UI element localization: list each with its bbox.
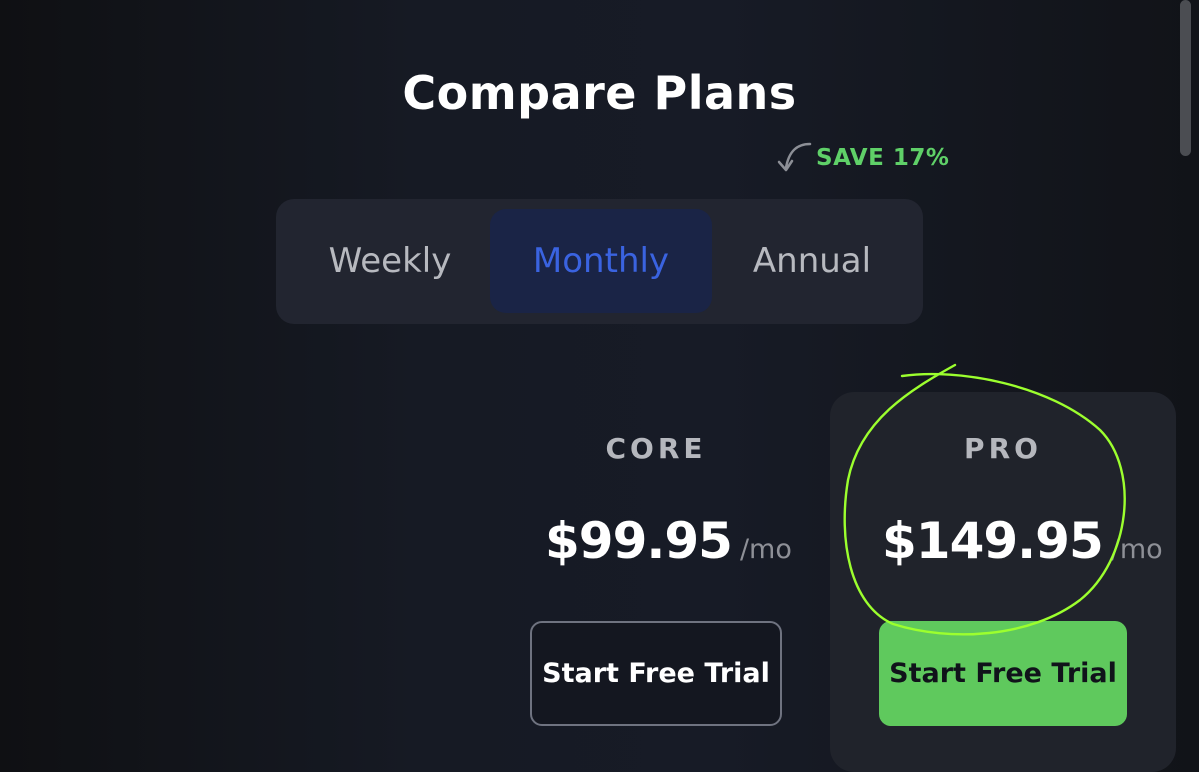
- core-plan-name: CORE: [605, 432, 707, 465]
- pro-plan-price: $149.95 /mo: [882, 512, 1163, 582]
- save-callout: SAVE 17%: [774, 138, 949, 178]
- core-plan-price: $99.95 /mo: [545, 512, 792, 582]
- core-price-amount: $99.95: [545, 512, 733, 570]
- pro-price-amount: $149.95: [882, 512, 1104, 570]
- pro-price-period: /mo: [1110, 534, 1163, 565]
- billing-option-monthly[interactable]: Monthly: [490, 209, 712, 313]
- pro-plan-name: PRO: [964, 432, 1042, 465]
- page-title: Compare Plans: [402, 66, 797, 120]
- save-badge: SAVE 17%: [816, 145, 950, 171]
- billing-option-annual[interactable]: Annual: [712, 209, 912, 313]
- billing-period-toggle: Weekly Monthly Annual: [276, 199, 923, 324]
- core-start-trial-button[interactable]: Start Free Trial: [530, 621, 782, 726]
- billing-option-weekly[interactable]: Weekly: [290, 209, 490, 313]
- core-price-period: /mo: [739, 534, 792, 565]
- pro-start-trial-button[interactable]: Start Free Trial: [879, 621, 1127, 726]
- curved-arrow-icon: [777, 142, 812, 172]
